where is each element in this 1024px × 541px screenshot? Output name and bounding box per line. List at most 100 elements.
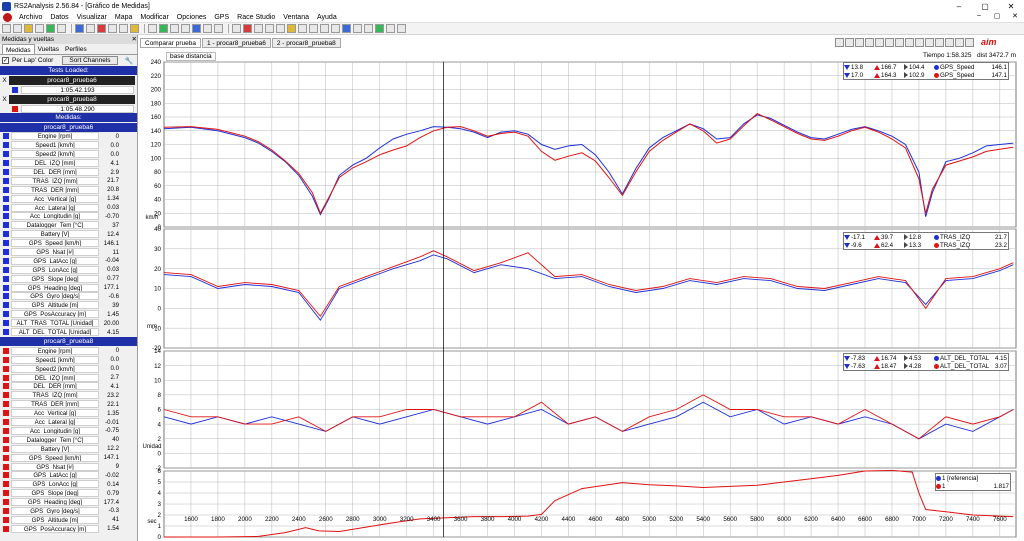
channel-color-swatch[interactable] xyxy=(3,142,9,149)
channel-color-swatch[interactable] xyxy=(3,499,9,506)
toolbar-button-icon[interactable] xyxy=(148,24,157,33)
channel-color-swatch[interactable] xyxy=(3,204,9,211)
toolbar-button-icon[interactable] xyxy=(309,24,318,33)
chart-legend[interactable]: 13.8 166.7 104.4 GPS_Speed 146.1 17.0 164.3 102… xyxy=(843,62,1009,80)
remove-test-icon[interactable]: X xyxy=(0,96,9,103)
channel-row[interactable]: ALT_TRAS_TOTAL [Unidad] 20.00 xyxy=(0,319,137,328)
channel-color-swatch[interactable] xyxy=(3,445,9,452)
channel-row[interactable]: GPS_LatAcc [g] -0.02 xyxy=(0,471,137,480)
toolbar-button-icon[interactable] xyxy=(254,24,263,33)
toolbar-button-icon[interactable] xyxy=(331,24,340,33)
channel-row[interactable]: Speed2 [km/h] 0.0 xyxy=(0,364,137,373)
sort-channels-button[interactable]: Sort Channels xyxy=(62,56,118,65)
channel-color-swatch[interactable] xyxy=(3,356,9,363)
channel-color-swatch[interactable] xyxy=(3,374,9,381)
menu-datos[interactable]: Datos xyxy=(46,14,72,21)
channel-color-swatch[interactable] xyxy=(3,133,9,140)
channel-row[interactable]: ALT_DEL_TOTAL [Unidad] 4.15 xyxy=(0,328,137,337)
toolbar-button-icon[interactable] xyxy=(276,24,285,33)
toolbar-button-icon[interactable] xyxy=(364,24,373,33)
toolbar-button-icon[interactable] xyxy=(75,24,84,33)
menu-ayuda[interactable]: Ayuda xyxy=(313,14,341,21)
toolbar-button-icon[interactable] xyxy=(375,24,384,33)
channel-color-swatch[interactable] xyxy=(3,222,9,229)
toolbar-button-icon[interactable] xyxy=(203,24,212,33)
channel-color-swatch[interactable] xyxy=(3,249,9,256)
channel-color-swatch[interactable] xyxy=(3,186,9,193)
toolbar-button-icon[interactable] xyxy=(353,24,362,33)
channel-color-swatch[interactable] xyxy=(3,284,9,291)
channel-color-swatch[interactable] xyxy=(3,275,9,282)
channel-row[interactable]: Acc_Lateral [g] 0.03 xyxy=(0,203,137,212)
channel-row[interactable]: Speed2 [km/h] 0.0 xyxy=(0,150,137,159)
channel-color-swatch[interactable] xyxy=(3,463,9,470)
channel-row[interactable]: Acc_Lateral [g] -0.01 xyxy=(0,418,137,427)
channel-color-swatch[interactable] xyxy=(3,151,9,158)
channel-color-swatch[interactable] xyxy=(3,507,9,514)
channel-row[interactable]: TRAS_IZQ [mm] 23.2 xyxy=(0,391,137,400)
channel-color-swatch[interactable] xyxy=(3,365,9,372)
toolbar-button-icon[interactable] xyxy=(130,24,139,33)
channel-row[interactable]: GPS_Altitude [m] 39 xyxy=(0,301,137,310)
channel-row[interactable]: Battery [V] 12.2 xyxy=(0,444,137,453)
channel-color-swatch[interactable] xyxy=(3,347,9,354)
channel-row[interactable]: Speed1 [km/h] 0.0 xyxy=(0,141,137,150)
lap-line[interactable]: 1:05.42.193 xyxy=(0,85,137,94)
toolbar-button-icon[interactable] xyxy=(35,24,44,33)
tab-perfiles[interactable]: Perfiles xyxy=(62,44,90,54)
tab-medidas[interactable]: Medidas xyxy=(2,44,35,54)
channel-color-swatch[interactable] xyxy=(3,329,9,336)
channel-row[interactable]: Datalogger_Tem [°C] 37 xyxy=(0,221,137,230)
toolbar-button-icon[interactable] xyxy=(298,24,307,33)
channel-color-swatch[interactable] xyxy=(3,410,9,417)
tab-vueltas[interactable]: Vueltas xyxy=(35,44,62,54)
toolbar-button-icon[interactable] xyxy=(46,24,55,33)
channel-color-swatch[interactable] xyxy=(3,311,9,318)
channel-color-swatch[interactable] xyxy=(3,169,9,175)
channel-color-swatch[interactable] xyxy=(3,293,9,300)
channel-color-swatch[interactable] xyxy=(3,401,9,408)
channel-color-swatch[interactable] xyxy=(3,427,9,434)
channel-color-swatch[interactable] xyxy=(3,490,9,497)
remove-test-icon[interactable]: X xyxy=(0,77,9,84)
channel-color-swatch[interactable] xyxy=(3,195,9,202)
group-header[interactable]: procar8_prueba6 xyxy=(0,123,137,132)
toolbar-button-icon[interactable] xyxy=(86,24,95,33)
channel-color-swatch[interactable] xyxy=(3,392,9,399)
channel-row[interactable]: GPS_Speed [km/h] 146.1 xyxy=(0,239,137,248)
toolbar-button-icon[interactable] xyxy=(13,24,22,33)
toolbar-button-icon[interactable] xyxy=(232,24,241,33)
toolbar-button-icon[interactable] xyxy=(265,24,274,33)
channel-row[interactable]: GPS_LonAcc [g] 0.03 xyxy=(0,265,137,274)
channel-row[interactable]: DEL_IZQ [mm] 4.1 xyxy=(0,159,137,168)
doc-restore-button[interactable]: ▢ xyxy=(988,12,1006,20)
channel-color-swatch[interactable] xyxy=(3,320,9,327)
menu-gps[interactable]: GPS xyxy=(210,14,233,21)
test-row[interactable]: X procar8_prueba8 xyxy=(0,94,137,104)
menu-mapa[interactable]: Mapa xyxy=(111,14,137,21)
channel-row[interactable]: Acc_Vertical [g] 1.35 xyxy=(0,409,137,418)
channel-color-swatch[interactable] xyxy=(3,160,9,167)
lap-line[interactable]: 1:05.48.290 xyxy=(0,104,137,113)
channel-row[interactable]: GPS_LatAcc [g] -0.04 xyxy=(0,256,137,265)
channel-row[interactable]: Acc_Vertical [g] 1.34 xyxy=(0,194,137,203)
toolbar-button-icon[interactable] xyxy=(342,24,351,33)
channel-row[interactable]: Engine [rpm] 0 xyxy=(0,132,137,141)
channel-row[interactable]: GPS_Speed [km/h] 147.1 xyxy=(0,453,137,462)
menu-opciones[interactable]: Opciones xyxy=(173,14,211,21)
channel-color-swatch[interactable] xyxy=(3,302,9,309)
channel-row[interactable]: GPS_Gyro [deg/s] -0.6 xyxy=(0,292,137,301)
channel-color-swatch[interactable] xyxy=(3,481,9,488)
menu-archivo[interactable]: Archivo xyxy=(15,14,46,21)
channel-color-swatch[interactable] xyxy=(3,454,9,461)
menu-visualizar[interactable]: Visualizar xyxy=(73,14,111,21)
toolbar-button-icon[interactable] xyxy=(181,24,190,33)
channel-color-swatch[interactable] xyxy=(3,516,9,523)
toolbar-button-icon[interactable] xyxy=(397,24,406,33)
menu-modificar[interactable]: Modificar xyxy=(136,14,172,21)
toolbar-button-icon[interactable] xyxy=(57,24,66,33)
channel-row[interactable]: GPS_Slope [deg] 0.79 xyxy=(0,489,137,498)
channel-row[interactable]: TRAS_IZQ [mm] 21.7 xyxy=(0,176,137,185)
channel-row[interactable]: Acc_Longitudin [g] -0.75 xyxy=(0,426,137,436)
channel-row[interactable]: GPS_Heading [deg] 177.4 xyxy=(0,498,137,507)
